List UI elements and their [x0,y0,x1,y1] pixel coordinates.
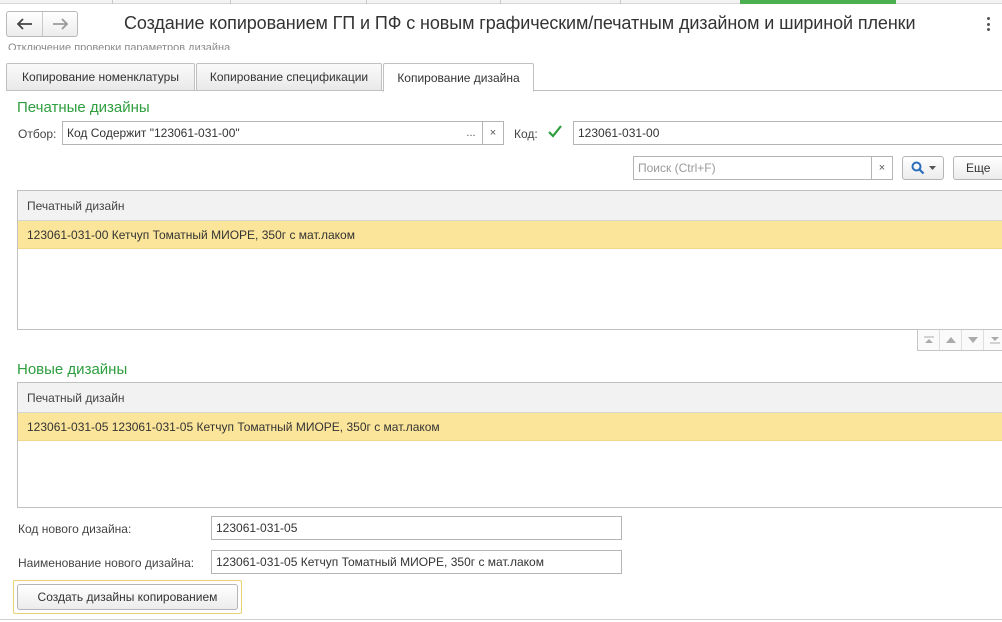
strip-divider [230,0,231,4]
new-code-label: Код нового дизайна: [18,522,132,536]
filter-field[interactable]: Код Содержит "123061-031-00" [62,121,461,145]
move-to-bottom-button[interactable] [984,330,1002,350]
move-down-icon [967,337,978,343]
move-up-icon [945,337,956,343]
back-button[interactable] [7,12,42,36]
column-header-print-design[interactable]: Печатный дизайн [18,383,1002,413]
strip-divider [500,0,501,4]
print-designs-title: Печатные дизайны [17,99,150,116]
chevron-down-icon [928,166,936,170]
table-row[interactable]: 123061-031-00 Кетчуп Томатный МИОРЕ, 350… [18,221,1002,249]
tab-copy-specification[interactable]: Копирование спецификации [196,63,382,91]
table-row[interactable]: 123061-031-05 123061-031-05 Кетчуп Томат… [18,413,1002,441]
checkmark-icon [548,125,562,138]
code-checkbox[interactable] [547,124,563,140]
create-designs-button[interactable]: Создать дизайны копированием [17,584,238,610]
column-header-print-design[interactable]: Печатный дизайн [18,191,1002,221]
forward-button[interactable] [42,12,77,36]
form-bottom-border [0,619,1002,620]
filter-clear-button[interactable]: × [482,121,504,145]
search-button[interactable] [902,156,944,180]
strip-divider [366,0,367,4]
filter-select-button[interactable]: ... [460,121,483,145]
strip-divider [620,0,621,4]
new-code-field[interactable]: 123061-031-05 [211,516,622,540]
history-nav [6,11,78,37]
move-bottom-icon [989,337,1000,344]
new-name-field[interactable]: 123061-031-05 Кетчуп Томатный МИОРЕ, 350… [211,550,622,574]
filter-label: Отбор: [18,127,57,141]
search-clear-button[interactable]: × [871,156,893,180]
code-label: Код: [514,127,538,141]
new-designs-title: Новые дизайны [17,361,128,378]
code-field[interactable]: 123061-031-00 [573,121,1002,145]
new-name-label: Наименование нового дизайна: [18,556,195,570]
form-title: Создание копированием ГП и ПФ с новым гр… [124,13,916,33]
new-designs-table: Печатный дизайн 123061-031-05 123061-031… [17,382,1002,508]
active-window-tab-indicator[interactable] [740,0,896,4]
move-top-icon [923,336,934,343]
arrow-right-icon [53,18,68,30]
tab-copy-nomenclature[interactable]: Копирование номенклатуры [6,63,195,91]
design-check-link[interactable]: Отключение проверки параметров дизайна [8,40,230,50]
move-down-button[interactable] [962,330,984,350]
more-actions-icon[interactable] [982,14,994,34]
tab-copy-design[interactable]: Копирование дизайна [383,63,534,92]
table-navigation [917,329,1002,351]
search-input[interactable]: Поиск (Ctrl+F) [633,156,872,180]
move-to-top-button[interactable] [918,330,940,350]
move-up-button[interactable] [940,330,962,350]
more-button[interactable]: Еще [953,156,1002,180]
search-icon [911,161,924,175]
strip-divider [112,0,113,4]
arrow-left-icon [16,18,32,30]
print-designs-table: Печатный дизайн 123061-031-00 Кетчуп Том… [17,190,1002,330]
